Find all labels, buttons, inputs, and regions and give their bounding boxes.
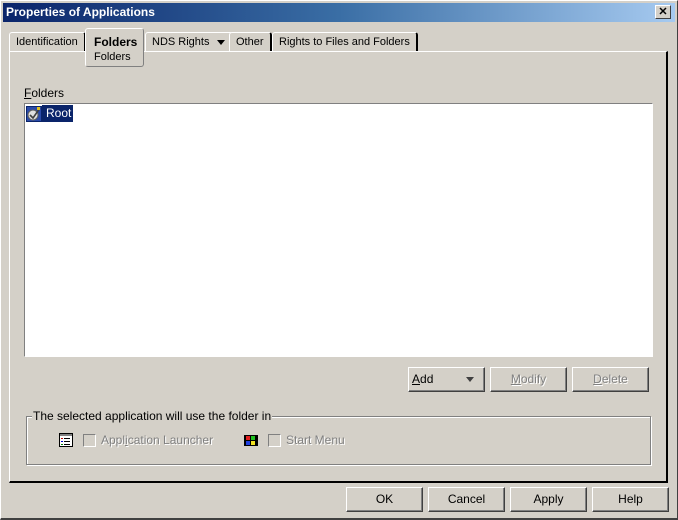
tab-rights-to-files-and-folders[interactable]: Rights to Files and Folders xyxy=(272,32,418,51)
application-launcher-checkbox[interactable] xyxy=(83,433,96,447)
folders-label: Folders xyxy=(24,86,65,100)
folder-usage-group: The selected application will use the fo… xyxy=(26,409,651,465)
start-menu-label: Start Menu xyxy=(286,433,345,447)
tab-label: Rights to Files and Folders xyxy=(279,36,410,48)
tab-sublabel[interactable]: Folders xyxy=(94,51,137,63)
start-menu-checkbox[interactable] xyxy=(268,433,281,447)
start-menu-option: Start Menu xyxy=(244,433,345,447)
list-item[interactable]: Root xyxy=(26,105,74,122)
tab-label: Identification xyxy=(16,36,78,48)
title-bar[interactable]: Properties of Applications ✕ xyxy=(3,3,675,22)
list-item-label: Root xyxy=(42,105,74,122)
tab-folders[interactable]: Folders Folders xyxy=(85,28,145,67)
delete-button[interactable]: Delete xyxy=(572,367,649,392)
window-title: Properties of Applications xyxy=(6,5,155,19)
chevron-down-icon xyxy=(466,377,474,382)
folders-list[interactable]: Root xyxy=(24,103,653,357)
application-launcher-icon xyxy=(59,433,73,447)
folder-object-icon xyxy=(26,105,42,122)
close-button[interactable]: ✕ xyxy=(655,5,671,19)
tab-other[interactable]: Other xyxy=(229,32,272,51)
ok-button[interactable]: OK xyxy=(346,487,423,512)
application-launcher-option: Application Launcher xyxy=(59,433,213,447)
apply-button[interactable]: Apply xyxy=(510,487,587,512)
tab-label: Folders xyxy=(94,35,138,49)
modify-button[interactable]: Modify xyxy=(490,367,567,392)
tab-label: NDS Rights xyxy=(152,36,210,48)
chevron-down-icon[interactable] xyxy=(217,39,226,45)
tab-label: Other xyxy=(236,36,264,48)
add-button[interactable]: Add xyxy=(408,367,485,392)
group-legend: The selected application will use the fo… xyxy=(32,409,273,423)
help-button[interactable]: Help xyxy=(592,487,669,512)
tab-identification[interactable]: Identification xyxy=(9,32,86,51)
tab-nds-rights[interactable]: NDS Rights xyxy=(145,32,234,51)
start-menu-icon xyxy=(244,435,258,446)
application-launcher-label: Application Launcher xyxy=(101,433,214,447)
cancel-button[interactable]: Cancel xyxy=(428,487,505,512)
close-icon: ✕ xyxy=(658,6,668,18)
